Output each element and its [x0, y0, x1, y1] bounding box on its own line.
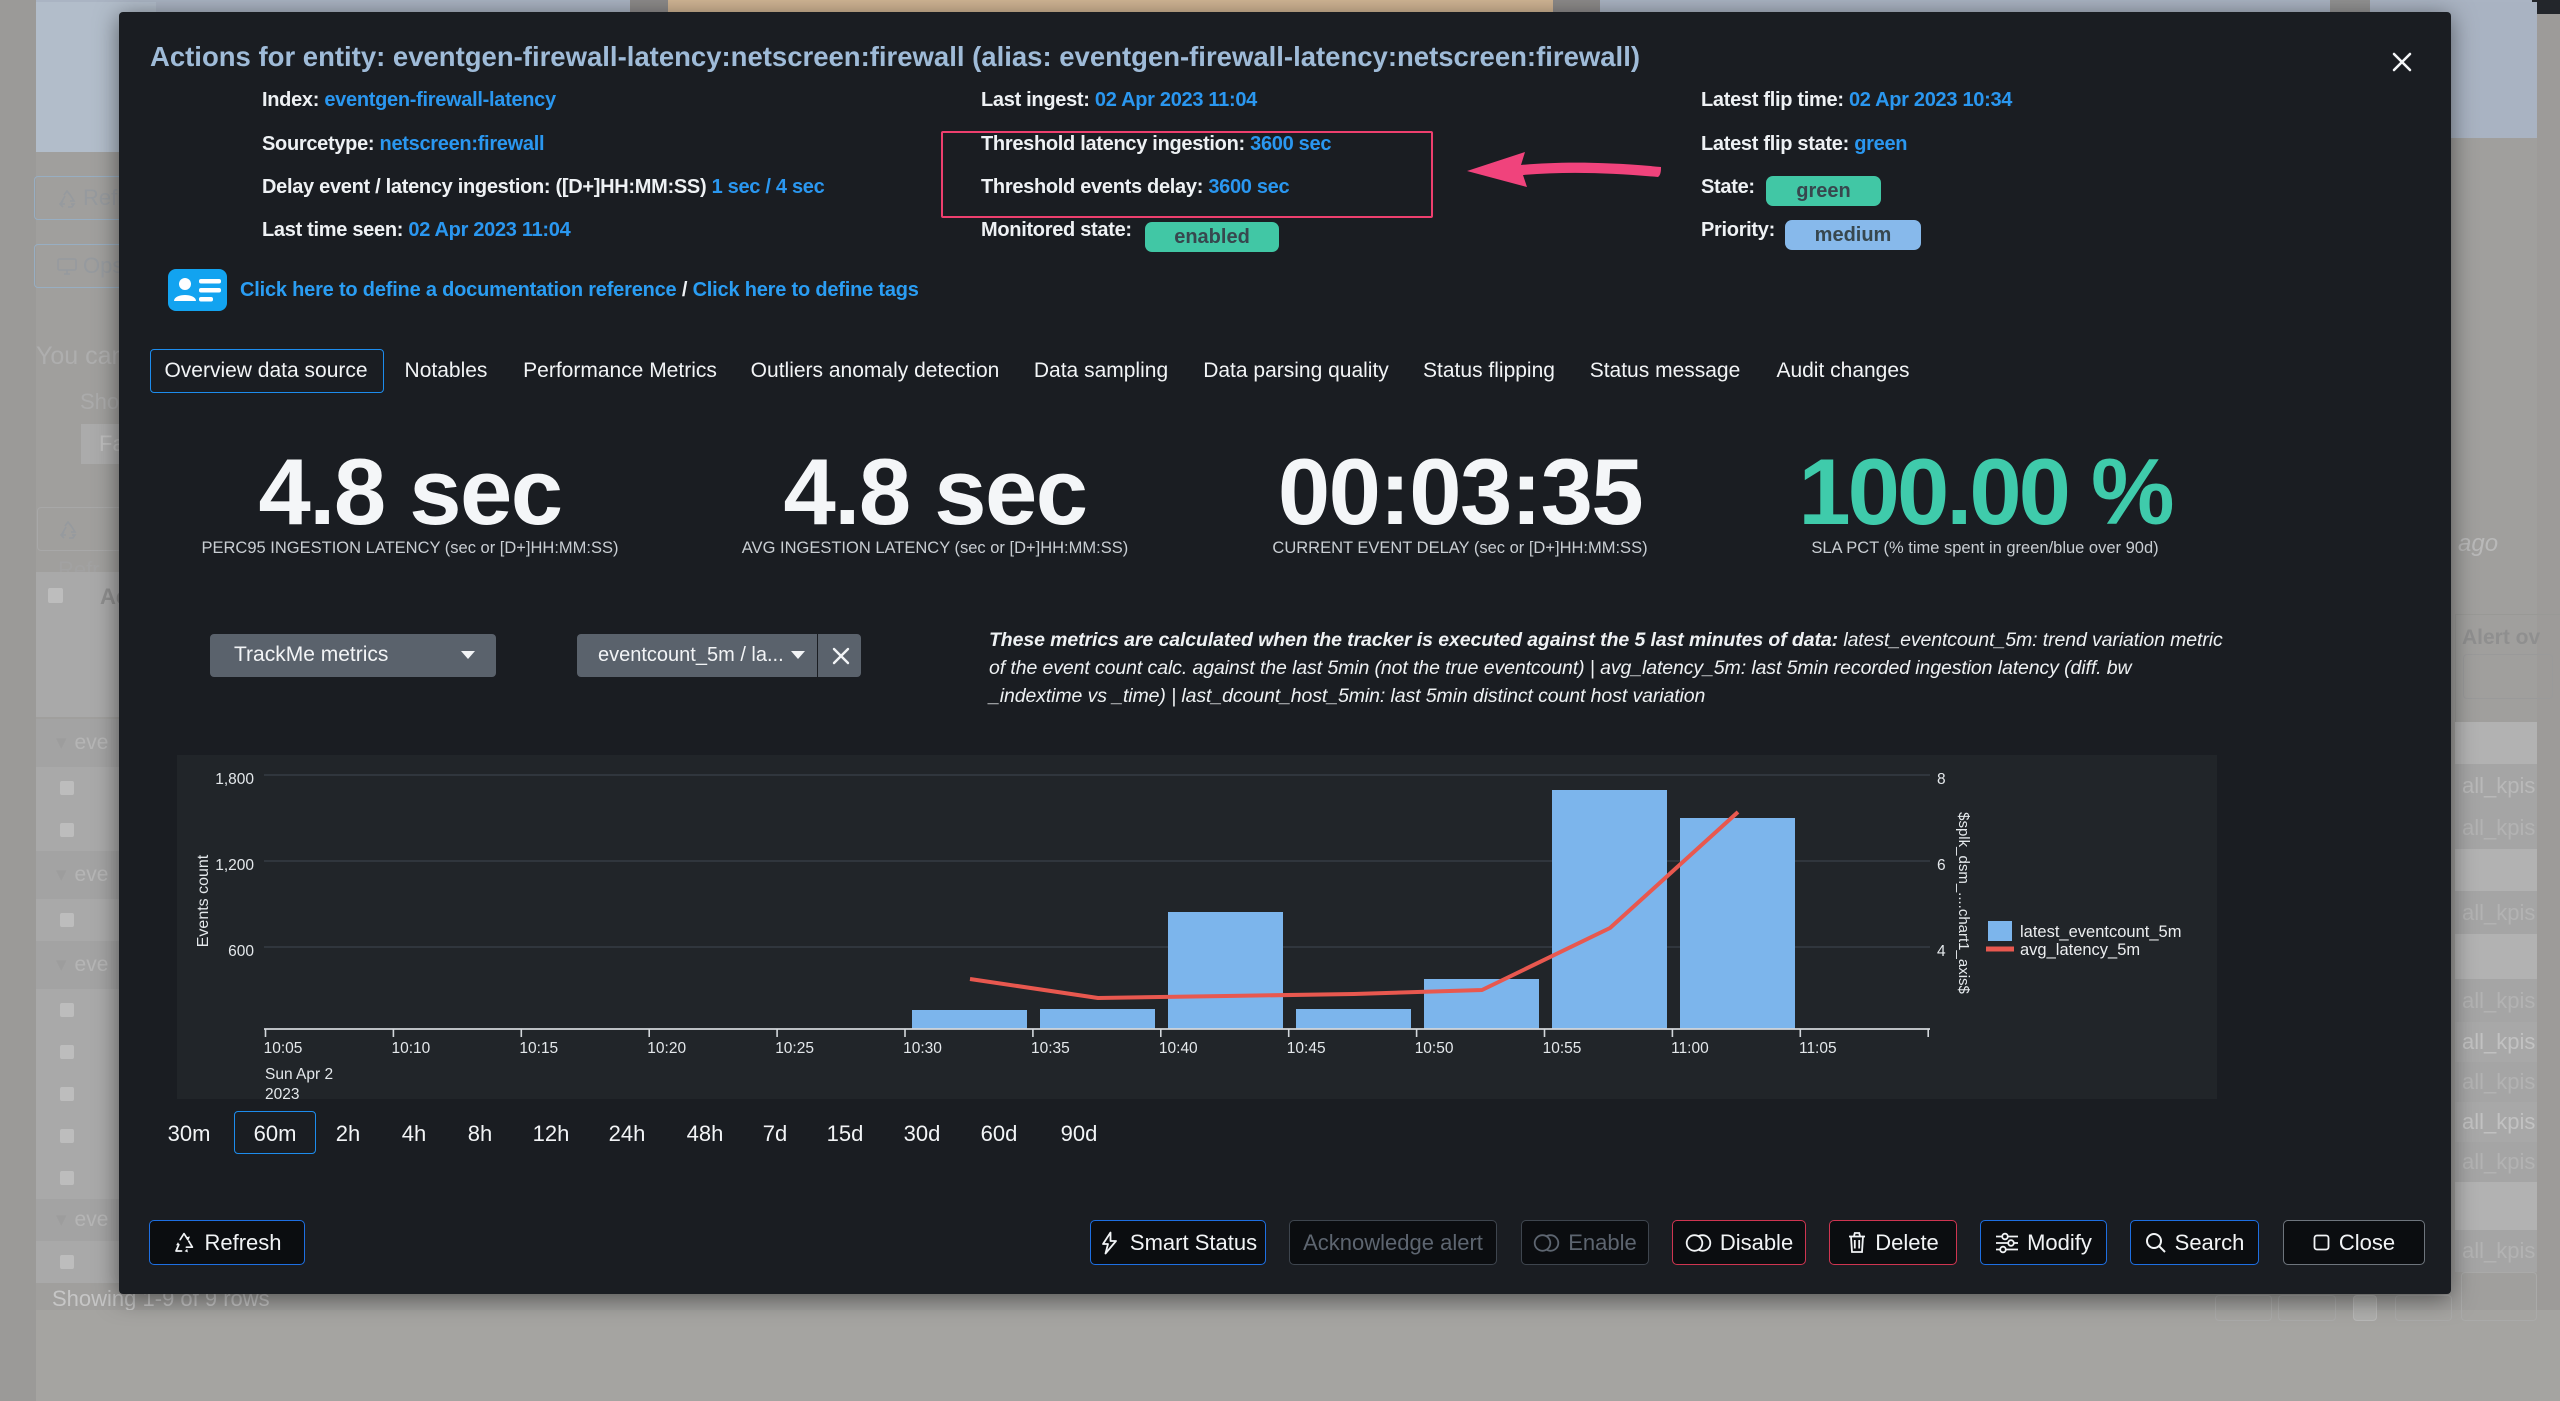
svg-text:10:35: 10:35 — [1031, 1040, 1070, 1057]
svg-text:10:05: 10:05 — [264, 1040, 303, 1057]
svg-text:1,800: 1,800 — [215, 771, 254, 788]
svg-text:Sun Apr 2: Sun Apr 2 — [265, 1066, 333, 1083]
svg-text:10:20: 10:20 — [647, 1040, 686, 1057]
svg-text:latest_eventcount_5m: latest_eventcount_5m — [2020, 923, 2181, 941]
svg-text:2023: 2023 — [265, 1086, 299, 1099]
svg-text:10:45: 10:45 — [1287, 1040, 1326, 1057]
svg-text:10:15: 10:15 — [519, 1040, 558, 1057]
svg-text:Events count: Events count — [195, 854, 212, 947]
svg-text:1,200: 1,200 — [215, 857, 254, 874]
svg-text:600: 600 — [228, 943, 254, 960]
svg-text:$splk_dsm_....chart1_axis$: $splk_dsm_....chart1_axis$ — [1955, 812, 1972, 994]
svg-text:10:40: 10:40 — [1159, 1040, 1198, 1057]
svg-text:10:55: 10:55 — [1543, 1040, 1582, 1057]
svg-text:6: 6 — [1937, 857, 1946, 874]
svg-text:avg_latency_5m: avg_latency_5m — [2020, 941, 2140, 959]
svg-text:10:50: 10:50 — [1415, 1040, 1454, 1057]
svg-text:10:10: 10:10 — [392, 1040, 431, 1057]
svg-text:10:30: 10:30 — [903, 1040, 942, 1057]
svg-text:10:25: 10:25 — [775, 1040, 814, 1057]
svg-text:4: 4 — [1937, 943, 1946, 960]
svg-text:8: 8 — [1937, 771, 1946, 788]
svg-text:11:00: 11:00 — [1671, 1040, 1709, 1057]
svg-text:11:05: 11:05 — [1799, 1040, 1837, 1057]
